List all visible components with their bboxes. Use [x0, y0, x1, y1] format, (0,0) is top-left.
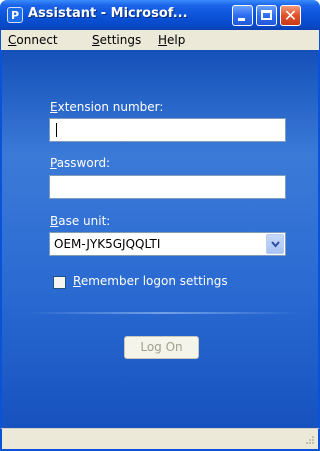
maximize-icon — [261, 10, 272, 20]
close-icon: ✕ — [283, 6, 298, 25]
chevron-down-icon — [271, 241, 280, 248]
menu-settings[interactable]: Settings — [92, 33, 141, 47]
log-on-label: Log On — [140, 340, 183, 354]
remember-checkbox[interactable] — [53, 276, 66, 289]
base-unit-value: OEM-JYK5GJQQLTI — [54, 237, 161, 251]
app-icon: P — [7, 7, 23, 23]
divider — [24, 312, 300, 314]
base-unit-label: Base unit: — [50, 214, 111, 228]
minimize-icon — [238, 18, 245, 21]
close-button[interactable]: ✕ — [280, 5, 301, 26]
password-input[interactable] — [49, 175, 286, 199]
extension-label: Extension number: — [50, 100, 164, 114]
maximize-button[interactable] — [256, 5, 277, 26]
window-title: Assistant - Microsof... — [28, 6, 188, 21]
menu-bar: Connect Settings Help — [0, 30, 320, 50]
dropdown-button[interactable] — [266, 234, 284, 254]
base-unit-select[interactable]: OEM-JYK5GJQQLTI — [49, 232, 286, 256]
logon-panel: Extension number: Password: Base unit: O… — [0, 50, 320, 428]
title-bar[interactable]: P Assistant - Microsof... ✕ — [0, 0, 320, 30]
minimize-button[interactable] — [232, 5, 253, 26]
status-bar — [0, 428, 320, 451]
remember-label[interactable]: Remember logon settings — [73, 274, 228, 288]
extension-input[interactable] — [49, 118, 286, 142]
menu-connect[interactable]: Connect — [8, 33, 58, 47]
log-on-button[interactable]: Log On — [124, 336, 199, 359]
menu-help[interactable]: Help — [158, 33, 185, 47]
assistant-window: P Assistant - Microsof... ✕ Connect Sett… — [0, 0, 320, 451]
resize-grip-icon[interactable] — [303, 435, 315, 447]
text-caret — [56, 123, 57, 137]
password-label: Password: — [50, 156, 111, 170]
